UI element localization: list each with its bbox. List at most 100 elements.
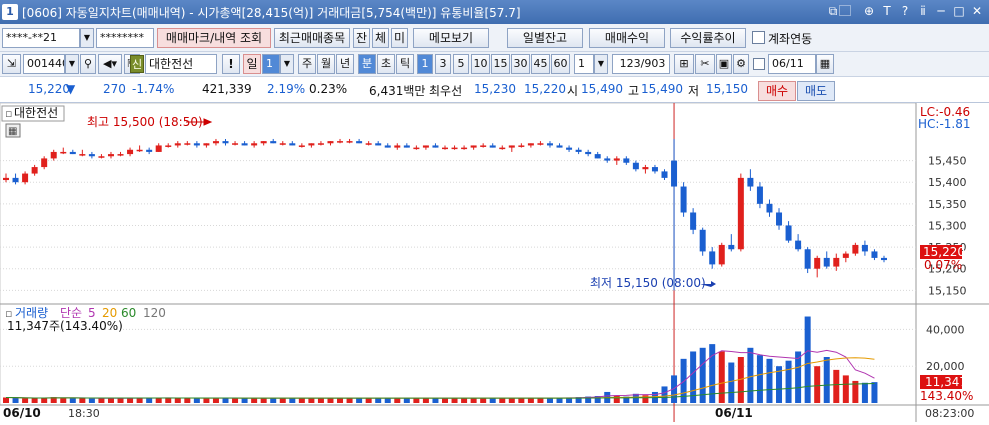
volume-bar	[203, 398, 210, 403]
screen-icon[interactable]: ⃞	[843, 3, 859, 20]
alert-button[interactable]: !	[222, 54, 240, 74]
interval-1-button[interactable]: 1	[417, 54, 433, 74]
candlestick-chart[interactable]: 15,15015,20015,25015,30015,35015,40015,4…	[0, 102, 989, 422]
volume-bar	[98, 398, 105, 403]
price-now-pct: 0.07%	[924, 258, 962, 272]
profit-trend-button[interactable]: 수익률추이	[670, 28, 746, 48]
interval-60-button[interactable]: 60	[551, 54, 570, 74]
volume-bar	[661, 386, 668, 403]
candle-body	[98, 156, 105, 158]
recent-trades-button[interactable]: 최근매매종목	[274, 28, 350, 48]
date-input[interactable]: 06/11	[768, 54, 816, 74]
search-icon[interactable]: ⚲	[80, 54, 96, 74]
candle-body	[537, 143, 544, 145]
account-dropdown-icon[interactable]: ▼	[80, 28, 94, 48]
volume-bar	[871, 382, 878, 403]
calendar-icon[interactable]: ▦	[816, 54, 834, 74]
tool-icon[interactable]: ✂	[695, 54, 715, 74]
volume-bar	[298, 398, 305, 403]
chart-area[interactable]: 15,15015,20015,25015,30015,35015,40015,4…	[0, 102, 989, 422]
candle-body	[499, 147, 506, 150]
font-icon[interactable]: T	[879, 3, 895, 20]
filled-button[interactable]: 체	[372, 28, 389, 48]
volume-bar	[613, 395, 620, 403]
daily-balance-button[interactable]: 일별잔고	[507, 28, 583, 48]
account-select[interactable]: ****-**21	[2, 28, 80, 48]
stock-code-input[interactable]: 001440	[23, 54, 65, 74]
price-now-label: 15,220	[923, 245, 965, 259]
interval-3-button[interactable]: 3	[435, 54, 451, 74]
volume-bar	[499, 398, 506, 403]
unfilled-button[interactable]: 미	[391, 28, 408, 48]
day-count-dropdown-icon[interactable]: ▼	[280, 54, 294, 74]
day-period-button[interactable]: 일	[243, 54, 261, 74]
help-icon[interactable]: ?	[897, 3, 913, 20]
count-display[interactable]: 123/903	[612, 54, 670, 74]
candle-body	[422, 145, 429, 148]
maximize-icon[interactable]: □	[951, 3, 967, 20]
stock-name-field[interactable]: 대한전선	[145, 54, 217, 74]
candle-body	[842, 253, 849, 258]
grid-glyph: ▦	[8, 126, 17, 137]
volume-bar	[823, 357, 830, 403]
ma60-label: 60	[121, 306, 136, 320]
interval-10-button[interactable]: 10	[471, 54, 490, 74]
volume-bar	[861, 382, 868, 403]
volume-tick-label: 40,000	[926, 323, 965, 336]
candle-body	[861, 244, 868, 252]
candle-body	[871, 251, 878, 258]
interval-5-button[interactable]: 5	[453, 54, 469, 74]
save-icon[interactable]: ▣	[716, 54, 732, 74]
close-icon[interactable]: ✕	[969, 3, 985, 20]
gear-icon[interactable]: ⚙	[733, 54, 749, 74]
buy-button[interactable]: 매수	[758, 81, 796, 101]
code-dropdown-icon[interactable]: ▼	[65, 54, 79, 74]
candle-body	[852, 244, 859, 254]
trade-mark-button[interactable]: 매매마크/내역 조회	[157, 28, 271, 48]
zoom-icon[interactable]: ⊞	[674, 54, 694, 74]
pin-icon[interactable]: ⊕	[861, 3, 877, 20]
trade-profit-button[interactable]: 매매수익	[589, 28, 665, 48]
second-button[interactable]: 초	[377, 54, 395, 74]
speaker-icon[interactable]: ◀▾	[98, 54, 122, 74]
volume-bar	[193, 398, 200, 403]
turnover-pct: 0.23%	[309, 82, 348, 96]
candle-body	[117, 154, 124, 156]
day-count-input[interactable]: 1	[262, 54, 280, 74]
month-button[interactable]: 월	[317, 54, 335, 74]
price-tick-label: 15,400	[928, 176, 967, 189]
account-link-checkbox[interactable]	[752, 31, 765, 44]
candle-body	[174, 143, 181, 146]
candle-body	[651, 167, 658, 172]
date-checkbox[interactable]	[753, 58, 765, 70]
x-label-day2: 06/11	[715, 406, 753, 420]
stock-label-marker: ▫	[5, 107, 12, 120]
interval-30-button[interactable]: 30	[511, 54, 530, 74]
candle-body	[203, 143, 210, 146]
volume-bar	[814, 366, 821, 403]
interval-dropdown-icon[interactable]: ▼	[594, 54, 608, 74]
layout-icon[interactable]: ⅱ	[915, 3, 931, 20]
tick-button[interactable]: 틱	[396, 54, 414, 74]
minute-button[interactable]: 분	[358, 54, 376, 74]
interval-15-button[interactable]: 15	[491, 54, 510, 74]
candle-body	[270, 141, 277, 144]
week-button[interactable]: 주	[298, 54, 316, 74]
balance-button[interactable]: 잔	[353, 28, 370, 48]
interval-input[interactable]: 1	[574, 54, 594, 74]
minimize-icon[interactable]: ─	[933, 3, 949, 20]
volume-bar	[69, 398, 76, 403]
stock-label: 대한전선	[14, 106, 58, 120]
interval-45-button[interactable]: 45	[531, 54, 550, 74]
price-tick-label: 15,350	[928, 198, 967, 211]
password-field[interactable]: ********	[96, 28, 154, 48]
volume-bar	[251, 398, 258, 403]
screen-link-icon[interactable]: ⇲	[2, 54, 21, 74]
year-button[interactable]: 년	[336, 54, 354, 74]
candle-body	[232, 143, 239, 145]
memo-button[interactable]: 메모보기	[413, 28, 489, 48]
sell-button[interactable]: 매도	[797, 81, 835, 101]
candle-body	[661, 171, 668, 178]
link-icon[interactable]: ⧉	[825, 3, 841, 20]
volume-title: 거래량	[15, 306, 48, 320]
